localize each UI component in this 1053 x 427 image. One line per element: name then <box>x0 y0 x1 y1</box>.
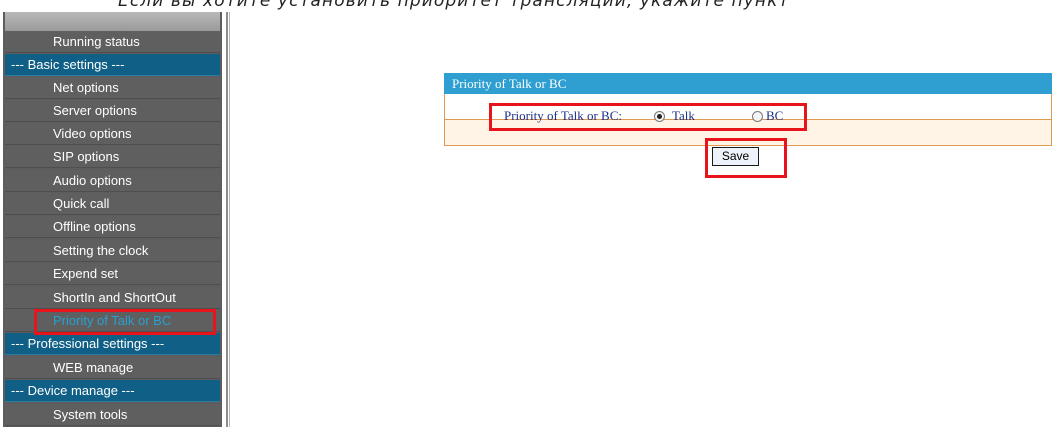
sidebar-section-basic-settings: --- Basic settings --- <box>5 54 220 76</box>
sidebar-item-setting-the-clock[interactable]: Setting the clock <box>5 240 220 262</box>
sidebar-item-web-manage[interactable]: WEB manage <box>5 357 220 379</box>
sidebar-item-expend-set[interactable]: Expend set <box>5 263 220 285</box>
sidebar-item-sip-options[interactable]: SIP options <box>5 146 220 168</box>
sidebar-item-system-tools[interactable]: System tools <box>5 404 220 426</box>
sidebar-header-bar <box>5 12 220 31</box>
sidebar-item-quick-call[interactable]: Quick call <box>5 193 220 215</box>
sidebar-section-professional-settings: --- Professional settings --- <box>5 333 220 355</box>
sidebar-item-audio-options[interactable]: Audio options <box>5 170 220 192</box>
sidebar: Running status --- Basic settings --- Ne… <box>0 0 230 427</box>
save-highlight-box <box>705 138 787 178</box>
sidebar-frame-border <box>226 12 228 427</box>
panel-title: Priority of Talk or BC <box>444 73 1052 94</box>
sidebar-item-running-status[interactable]: Running status <box>5 31 220 53</box>
instruction-caption: Если вы хотите установить приоритет тран… <box>118 0 790 11</box>
sidebar-section-device-manage: --- Device manage --- <box>5 380 220 402</box>
sidebar-item-video-options[interactable]: Video options <box>5 123 220 145</box>
sidebar-highlight-box <box>34 309 216 335</box>
priority-row-highlight-box <box>489 103 807 131</box>
sidebar-item-shortin-shortout[interactable]: ShortIn and ShortOut <box>5 287 220 309</box>
sidebar-item-net-options[interactable]: Net options <box>5 77 220 99</box>
sidebar-item-offline-options[interactable]: Offline options <box>5 216 220 238</box>
sidebar-frame-edge <box>229 12 230 427</box>
sidebar-item-server-options[interactable]: Server options <box>5 100 220 122</box>
